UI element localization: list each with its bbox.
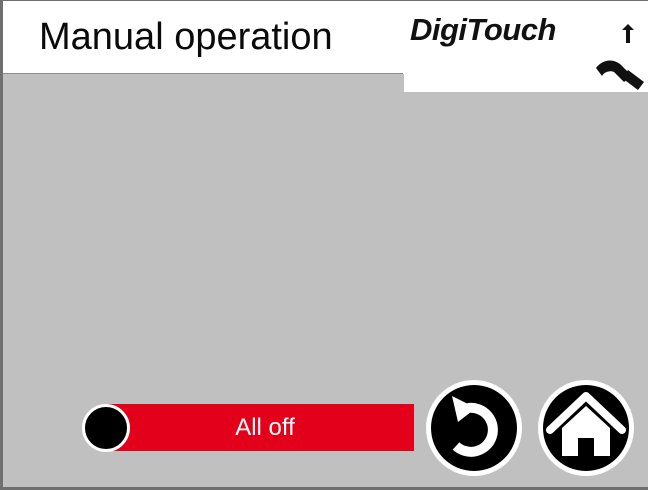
logo-text: DigiTouch (410, 12, 556, 47)
all-off-button[interactable]: All off (108, 404, 414, 451)
all-off-label: All off (235, 413, 295, 441)
home-button[interactable] (536, 378, 636, 478)
status-indicator (82, 404, 130, 452)
digitouch-logo: DigiTouch (404, 0, 648, 92)
title-bar: Manual operation (3, 1, 403, 74)
hand-touch-icon (596, 24, 644, 90)
page-title: Manual operation (39, 16, 333, 58)
back-button[interactable] (424, 378, 524, 478)
